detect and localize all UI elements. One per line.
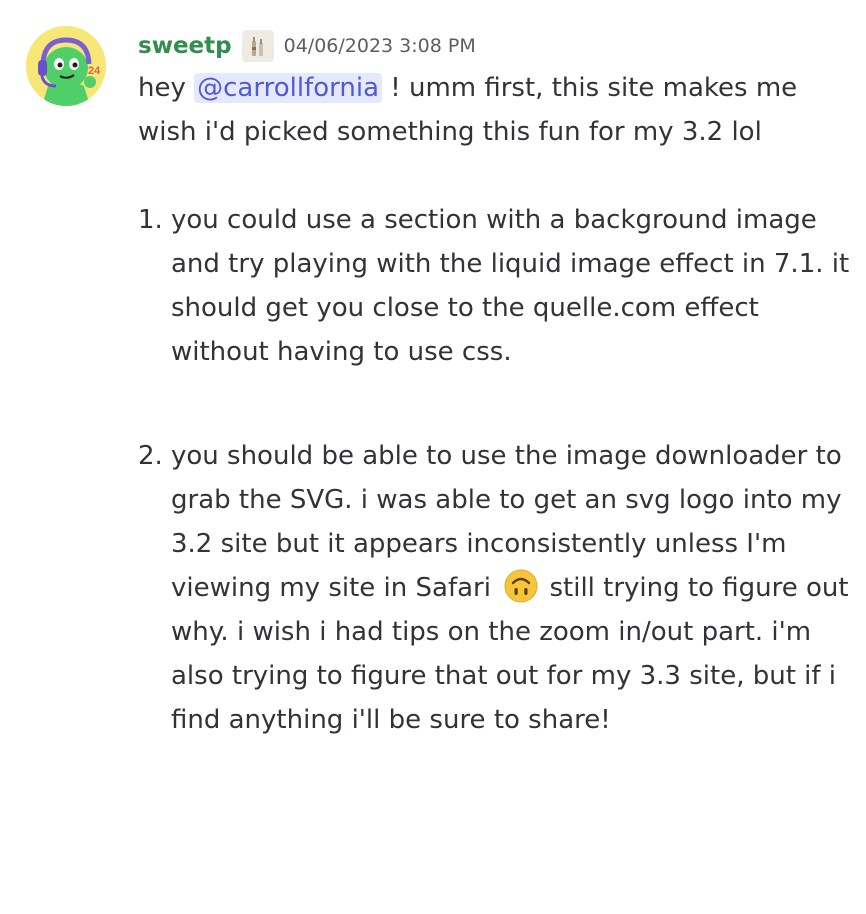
bottles-icon: [251, 37, 263, 56]
message-header: sweetp 04/06/2023 3:08 PM: [138, 28, 476, 64]
chat-message: 24 sweetp 04/06/2023 3:08 PM hey @carrol…: [0, 0, 866, 914]
upside-down-face-icon[interactable]: [504, 569, 538, 603]
avatar[interactable]: 24: [26, 26, 106, 106]
svg-text:24: 24: [88, 65, 101, 77]
message-content: hey @carrollfornia ! umm first, this sit…: [138, 66, 853, 742]
message-timestamp[interactable]: 04/06/2023 3:08 PM: [284, 35, 476, 57]
list-item-number: 2.: [138, 441, 163, 471]
tips-list: 1. you could use a section with a backgr…: [138, 198, 853, 742]
role-icon[interactable]: [241, 30, 274, 62]
list-item-text: you could use a section with a backgroun…: [171, 205, 850, 367]
intro-paragraph: hey @carrollfornia ! umm first, this sit…: [138, 66, 853, 154]
list-item: 1. you could use a section with a backgr…: [138, 198, 853, 374]
list-item-number: 1.: [138, 205, 163, 235]
green-character-with-headset-icon: 24: [26, 26, 106, 106]
author-username[interactable]: sweetp: [138, 33, 232, 59]
user-mention[interactable]: @carrollfornia: [194, 73, 383, 103]
intro-text-before: hey: [138, 73, 195, 103]
list-item: 2. you should be able to use the image d…: [138, 434, 853, 742]
